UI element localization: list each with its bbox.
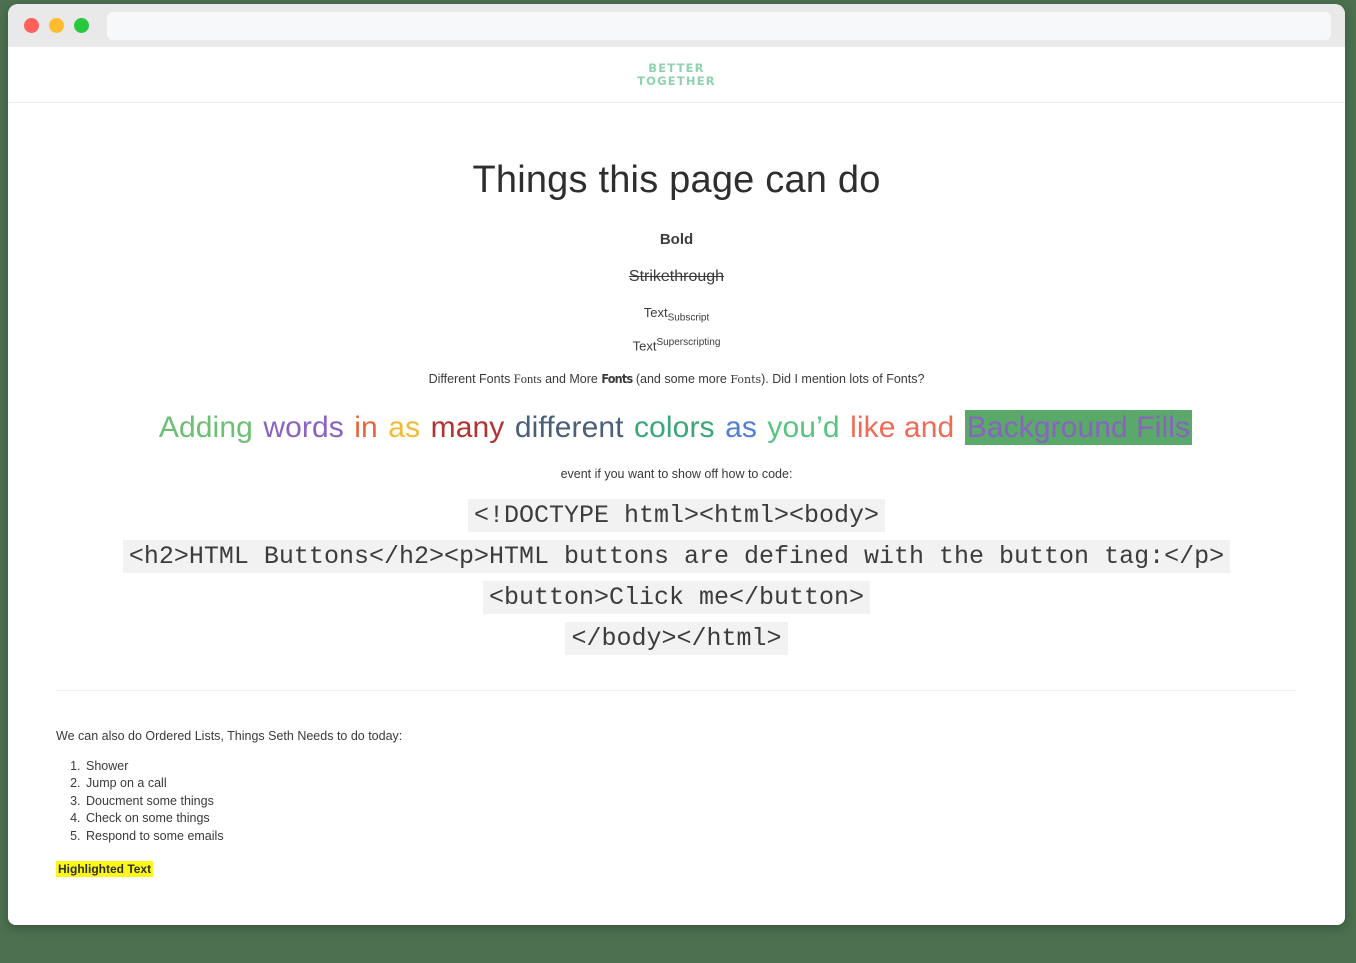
colored-word-5: different <box>515 411 624 444</box>
close-window-icon[interactable] <box>24 18 39 33</box>
colored-word-7: as <box>725 411 757 444</box>
browser-chrome-bar <box>8 4 1345 47</box>
fonts-part-serif: Fonts <box>514 372 542 386</box>
fonts-part-7: ). Did I mention lots of <box>761 372 886 386</box>
page-viewport: BETTER TOGETHER Things this page can do … <box>8 47 1345 925</box>
list-item: Shower <box>84 758 1297 776</box>
code-line-1: <h2>HTML Buttons</h2><p>HTML buttons are… <box>56 536 1297 577</box>
minimize-window-icon[interactable] <box>49 18 64 33</box>
colored-word-9: like and <box>850 411 954 444</box>
ordered-list-intro: We can also do Ordered Lists, Things Set… <box>56 729 1297 743</box>
fonts-part-9: ? <box>917 372 924 386</box>
code-sample-block: <!DOCTYPE html><html><body> <h2>HTML Butt… <box>56 495 1297 659</box>
traffic-light-buttons <box>24 18 89 33</box>
code-line-0: <!DOCTYPE html><html><body> <box>56 495 1297 536</box>
bold-sample-text: Bold <box>56 231 1297 248</box>
maximize-window-icon[interactable] <box>74 18 89 33</box>
colored-word-8: you’d <box>767 411 839 444</box>
list-item: Jump on a call <box>84 775 1297 793</box>
fonts-part-3: and More <box>542 372 602 386</box>
subscript-sample-text: TextSubscript <box>56 305 1297 324</box>
browser-window: BETTER TOGETHER Things this page can do … <box>8 4 1345 925</box>
fonts-part-1: Different Fonts <box>429 372 514 386</box>
code-line-text: <button>Click me</button> <box>483 581 870 614</box>
address-bar-input[interactable] <box>107 12 1331 40</box>
site-logo[interactable]: BETTER TOGETHER <box>637 62 716 88</box>
superscript-base: Text <box>633 338 657 353</box>
page-content: Things this page can do Bold Strikethrou… <box>8 159 1345 878</box>
fonts-part-8: Fonts <box>886 372 917 386</box>
subscript-small: Subscript <box>668 313 710 324</box>
colored-word-1: words <box>263 411 344 444</box>
section-divider <box>56 690 1297 691</box>
colored-word-2: in <box>354 411 378 444</box>
logo-line-1: BETTER <box>637 62 716 75</box>
subscript-base: Text <box>644 305 668 320</box>
ordered-todo-list: ShowerJump on a callDoucment some things… <box>56 758 1297 846</box>
code-line-text: </body></html> <box>565 622 787 655</box>
colored-word-0: Adding <box>159 411 253 444</box>
colored-word-6: colors <box>634 411 715 444</box>
page-title: Things this page can do <box>56 159 1297 202</box>
code-line-2: <button>Click me</button> <box>56 577 1297 618</box>
site-header: BETTER TOGETHER <box>8 47 1345 103</box>
list-item: Doucment some things <box>84 793 1297 811</box>
fonts-part-small-serif: Fonts <box>730 373 761 386</box>
list-item: Check on some things <box>84 810 1297 828</box>
colored-words-line: Adding words in as many different colors… <box>56 411 1297 445</box>
list-item: Respond to some emails <box>84 828 1297 846</box>
fonts-part-5: (and some more <box>632 372 730 386</box>
code-line-3: </body></html> <box>56 618 1297 659</box>
strikethrough-sample-text: Strikethrough <box>56 268 1297 286</box>
superscript-sample-text: TextSuperscripting <box>56 337 1297 353</box>
code-intro-text: event if you want to show off how to cod… <box>56 467 1297 481</box>
highlighted-text: Highlighted Text <box>56 861 153 877</box>
colored-word-10: Background Fills <box>965 410 1192 445</box>
fonts-part-condensed-bold: Fonts <box>601 371 632 386</box>
colored-word-3: as <box>388 411 420 444</box>
colored-word-4: many <box>431 411 505 444</box>
code-line-text: <h2>HTML Buttons</h2><p>HTML buttons are… <box>123 540 1230 573</box>
logo-line-2: TOGETHER <box>637 75 716 88</box>
code-line-text: <!DOCTYPE html><html><body> <box>468 499 885 532</box>
fonts-sample-line: Different Fonts Fonts and More Fonts (an… <box>56 371 1297 387</box>
superscript-small: Superscripting <box>656 337 720 348</box>
